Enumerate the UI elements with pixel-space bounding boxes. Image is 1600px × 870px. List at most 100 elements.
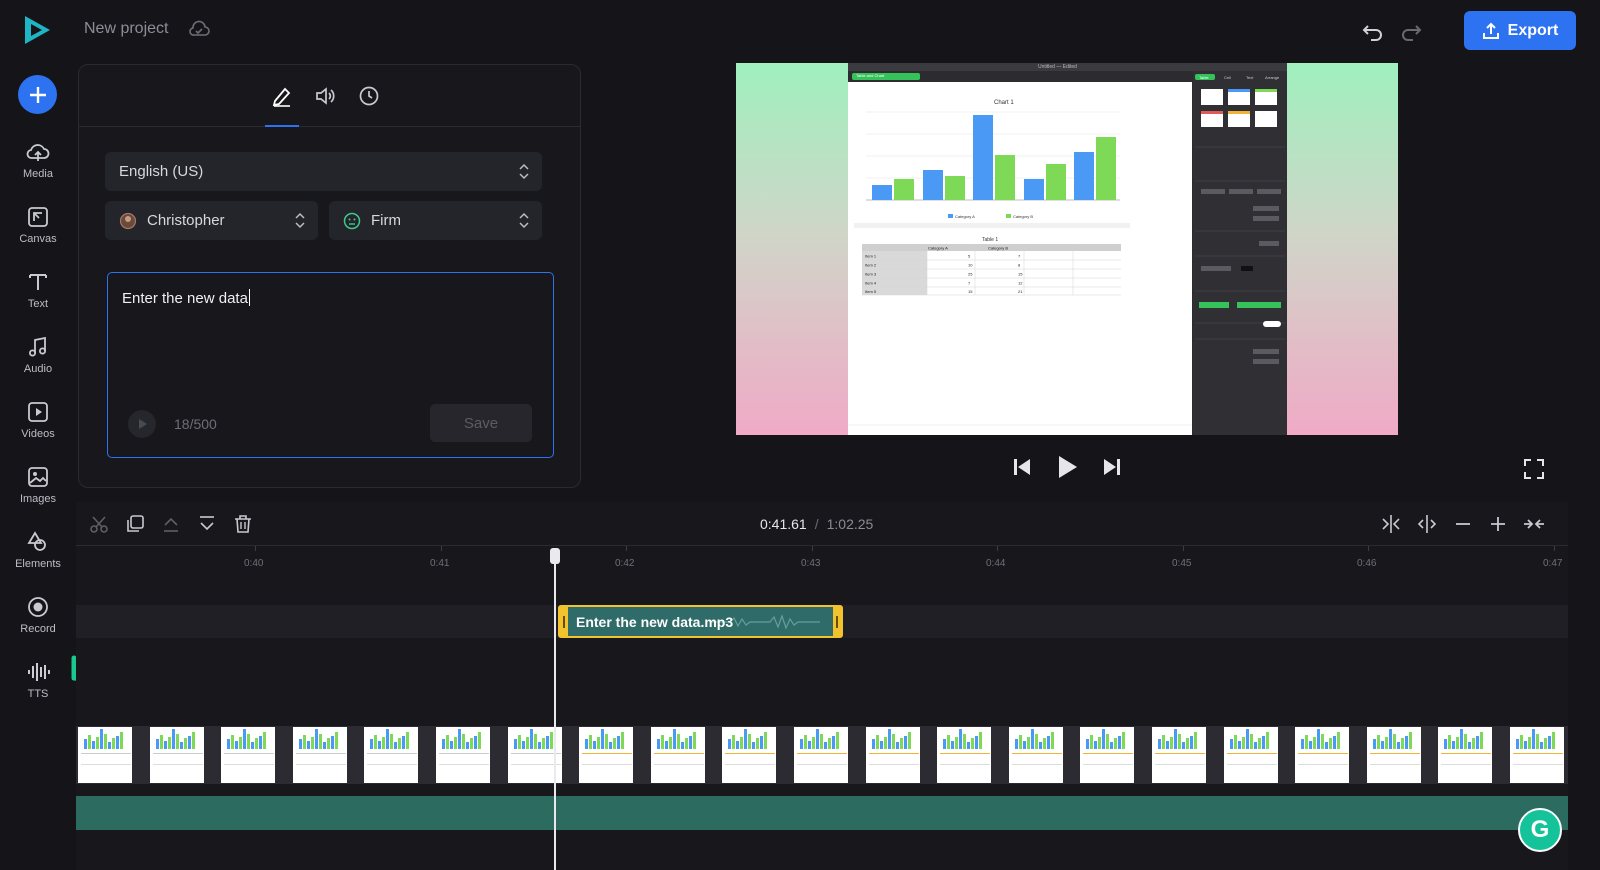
clip-handle-right[interactable]: [833, 607, 841, 636]
thumbnail-bar: [104, 734, 107, 749]
video-thumbnail: [290, 727, 347, 783]
voice-select[interactable]: Christopher: [105, 201, 318, 240]
video-thumbnail: [648, 727, 705, 783]
style-select[interactable]: Firm: [329, 201, 542, 240]
image-icon: [28, 467, 48, 487]
video-thumbnail: [1221, 727, 1278, 783]
thumbnail-table: [1441, 753, 1492, 765]
video-thumbnail: [219, 727, 276, 783]
tick-label: 0:44: [986, 558, 1006, 569]
inspector-tab-text: Text: [1246, 75, 1254, 80]
tab-voice[interactable]: [307, 81, 341, 111]
add-button[interactable]: [18, 75, 57, 114]
split-icon[interactable]: [1380, 513, 1402, 535]
sidebar-item-canvas[interactable]: Canvas: [0, 204, 76, 260]
thumbnail-bar: [903, 736, 907, 749]
zoom-out-icon[interactable]: [1452, 513, 1474, 535]
video-track[interactable]: [76, 726, 1568, 784]
tick-mark: [626, 546, 627, 551]
time-display: 0:41.61 / 1:02.25: [760, 516, 873, 532]
grammarly-badge[interactable]: G: [1518, 808, 1562, 852]
tick-label: 0:40: [244, 558, 264, 569]
tick-mark: [1554, 546, 1555, 551]
move-up-icon[interactable]: [160, 513, 182, 535]
audio-clip[interactable]: Enter the new data.mp3: [558, 605, 843, 638]
thumbnail-bar: [1384, 737, 1388, 749]
thumbnail-table: [797, 753, 847, 765]
thumbnail-bar: [382, 737, 386, 749]
save-button[interactable]: Save: [430, 404, 532, 442]
thumbnail-bar: [1194, 732, 1197, 749]
thumbnail-table: [224, 753, 275, 765]
playhead[interactable]: [550, 548, 560, 870]
sidebar-item-audio[interactable]: Audio: [0, 334, 76, 390]
collapse-icon[interactable]: [1523, 513, 1545, 535]
video-thumbnail: [362, 727, 419, 783]
redo-icon[interactable]: [1398, 18, 1424, 44]
preview-play-button[interactable]: [128, 410, 156, 438]
timeline[interactable]: 0:41.61 / 1:02.25 0:40 0:41 0:42 0:43 0:44…: [76, 502, 1568, 870]
export-button[interactable]: Export: [1464, 11, 1576, 50]
sidebar-item-text[interactable]: Text: [0, 269, 76, 325]
zoom-in-icon[interactable]: [1487, 513, 1509, 535]
video-preview[interactable]: Untitled — Edited Table and Chart Chart …: [736, 63, 1398, 435]
video-thumbnail: [1006, 727, 1063, 783]
tab-edit[interactable]: [265, 81, 299, 111]
duplicate-icon[interactable]: [124, 513, 146, 535]
thumbnail-bar: [306, 741, 310, 749]
project-title[interactable]: New project: [84, 20, 168, 38]
row2-a: 10: [968, 263, 973, 268]
thumbnail-bar: [462, 734, 465, 749]
voice-avatar-icon: [119, 212, 137, 229]
sidebar-item-videos[interactable]: Videos: [0, 399, 76, 455]
video-thumbnail: [720, 727, 777, 783]
scissors-icon[interactable]: [88, 513, 110, 535]
skip-back-icon[interactable]: [1011, 456, 1033, 478]
thumbnail-table: [1298, 753, 1349, 765]
thumbnail-bar: [1158, 739, 1161, 749]
thumbnail-bar: [1249, 734, 1253, 749]
thumbnail-bar: [1090, 735, 1094, 749]
play-logo-icon[interactable]: [22, 14, 52, 46]
thumbnail-bar: [812, 737, 815, 749]
row3-b: 15: [1018, 272, 1023, 277]
sidebar-item-media[interactable]: Media: [0, 139, 76, 195]
thumbnail-bar: [545, 736, 549, 749]
thumbnail-bar: [183, 738, 187, 749]
sidebar-item-tts[interactable]: TTS: [0, 659, 76, 715]
clip-handle-left[interactable]: [560, 607, 568, 636]
thumbnail-bar: [1102, 729, 1106, 749]
undo-icon[interactable]: [1360, 18, 1386, 44]
tab-history[interactable]: [352, 81, 386, 111]
thumbnail-bar: [1086, 739, 1090, 749]
music-track[interactable]: [76, 796, 1568, 830]
row2-b: 8: [1018, 263, 1021, 268]
emotion-face-icon: [343, 212, 361, 229]
thumbnail-bar: [947, 735, 951, 749]
playhead-handle[interactable]: [550, 548, 560, 564]
skip-forward-icon[interactable]: [1101, 456, 1123, 478]
sidebar-item-elements[interactable]: Elements: [0, 529, 76, 585]
legend-a: Category A: [955, 214, 975, 219]
thumbnail-bar: [1400, 738, 1404, 749]
video-thumbnail: [1293, 727, 1350, 783]
sidebar-item-images[interactable]: Images: [0, 464, 76, 520]
fullscreen-icon[interactable]: [1523, 458, 1545, 480]
thumbnail-bar: [322, 742, 326, 749]
inspector-tab-arrange: Arrange: [1265, 75, 1280, 80]
play-icon[interactable]: [1054, 453, 1080, 481]
row5-label: Item 5: [865, 289, 877, 294]
language-select[interactable]: English (US): [105, 152, 542, 191]
waveform-icon: [28, 663, 50, 681]
shapes-icon: [27, 531, 46, 551]
move-down-icon[interactable]: [196, 513, 218, 535]
thumbnail-bar: [963, 734, 967, 749]
fit-icon[interactable]: [1416, 513, 1438, 535]
thumbnail-bar: [1166, 741, 1169, 749]
thumbnail-bar: [1468, 742, 1472, 749]
time-ruler[interactable]: 0:40 0:41 0:42 0:43 0:44 0:45 0:46 0:47: [76, 546, 1568, 576]
sidebar-item-record[interactable]: Record: [0, 594, 76, 650]
thumbnail-bar: [871, 739, 875, 749]
trash-icon[interactable]: [232, 513, 254, 535]
tts-text-input[interactable]: Enter the new data 18/500 Save: [107, 272, 554, 458]
